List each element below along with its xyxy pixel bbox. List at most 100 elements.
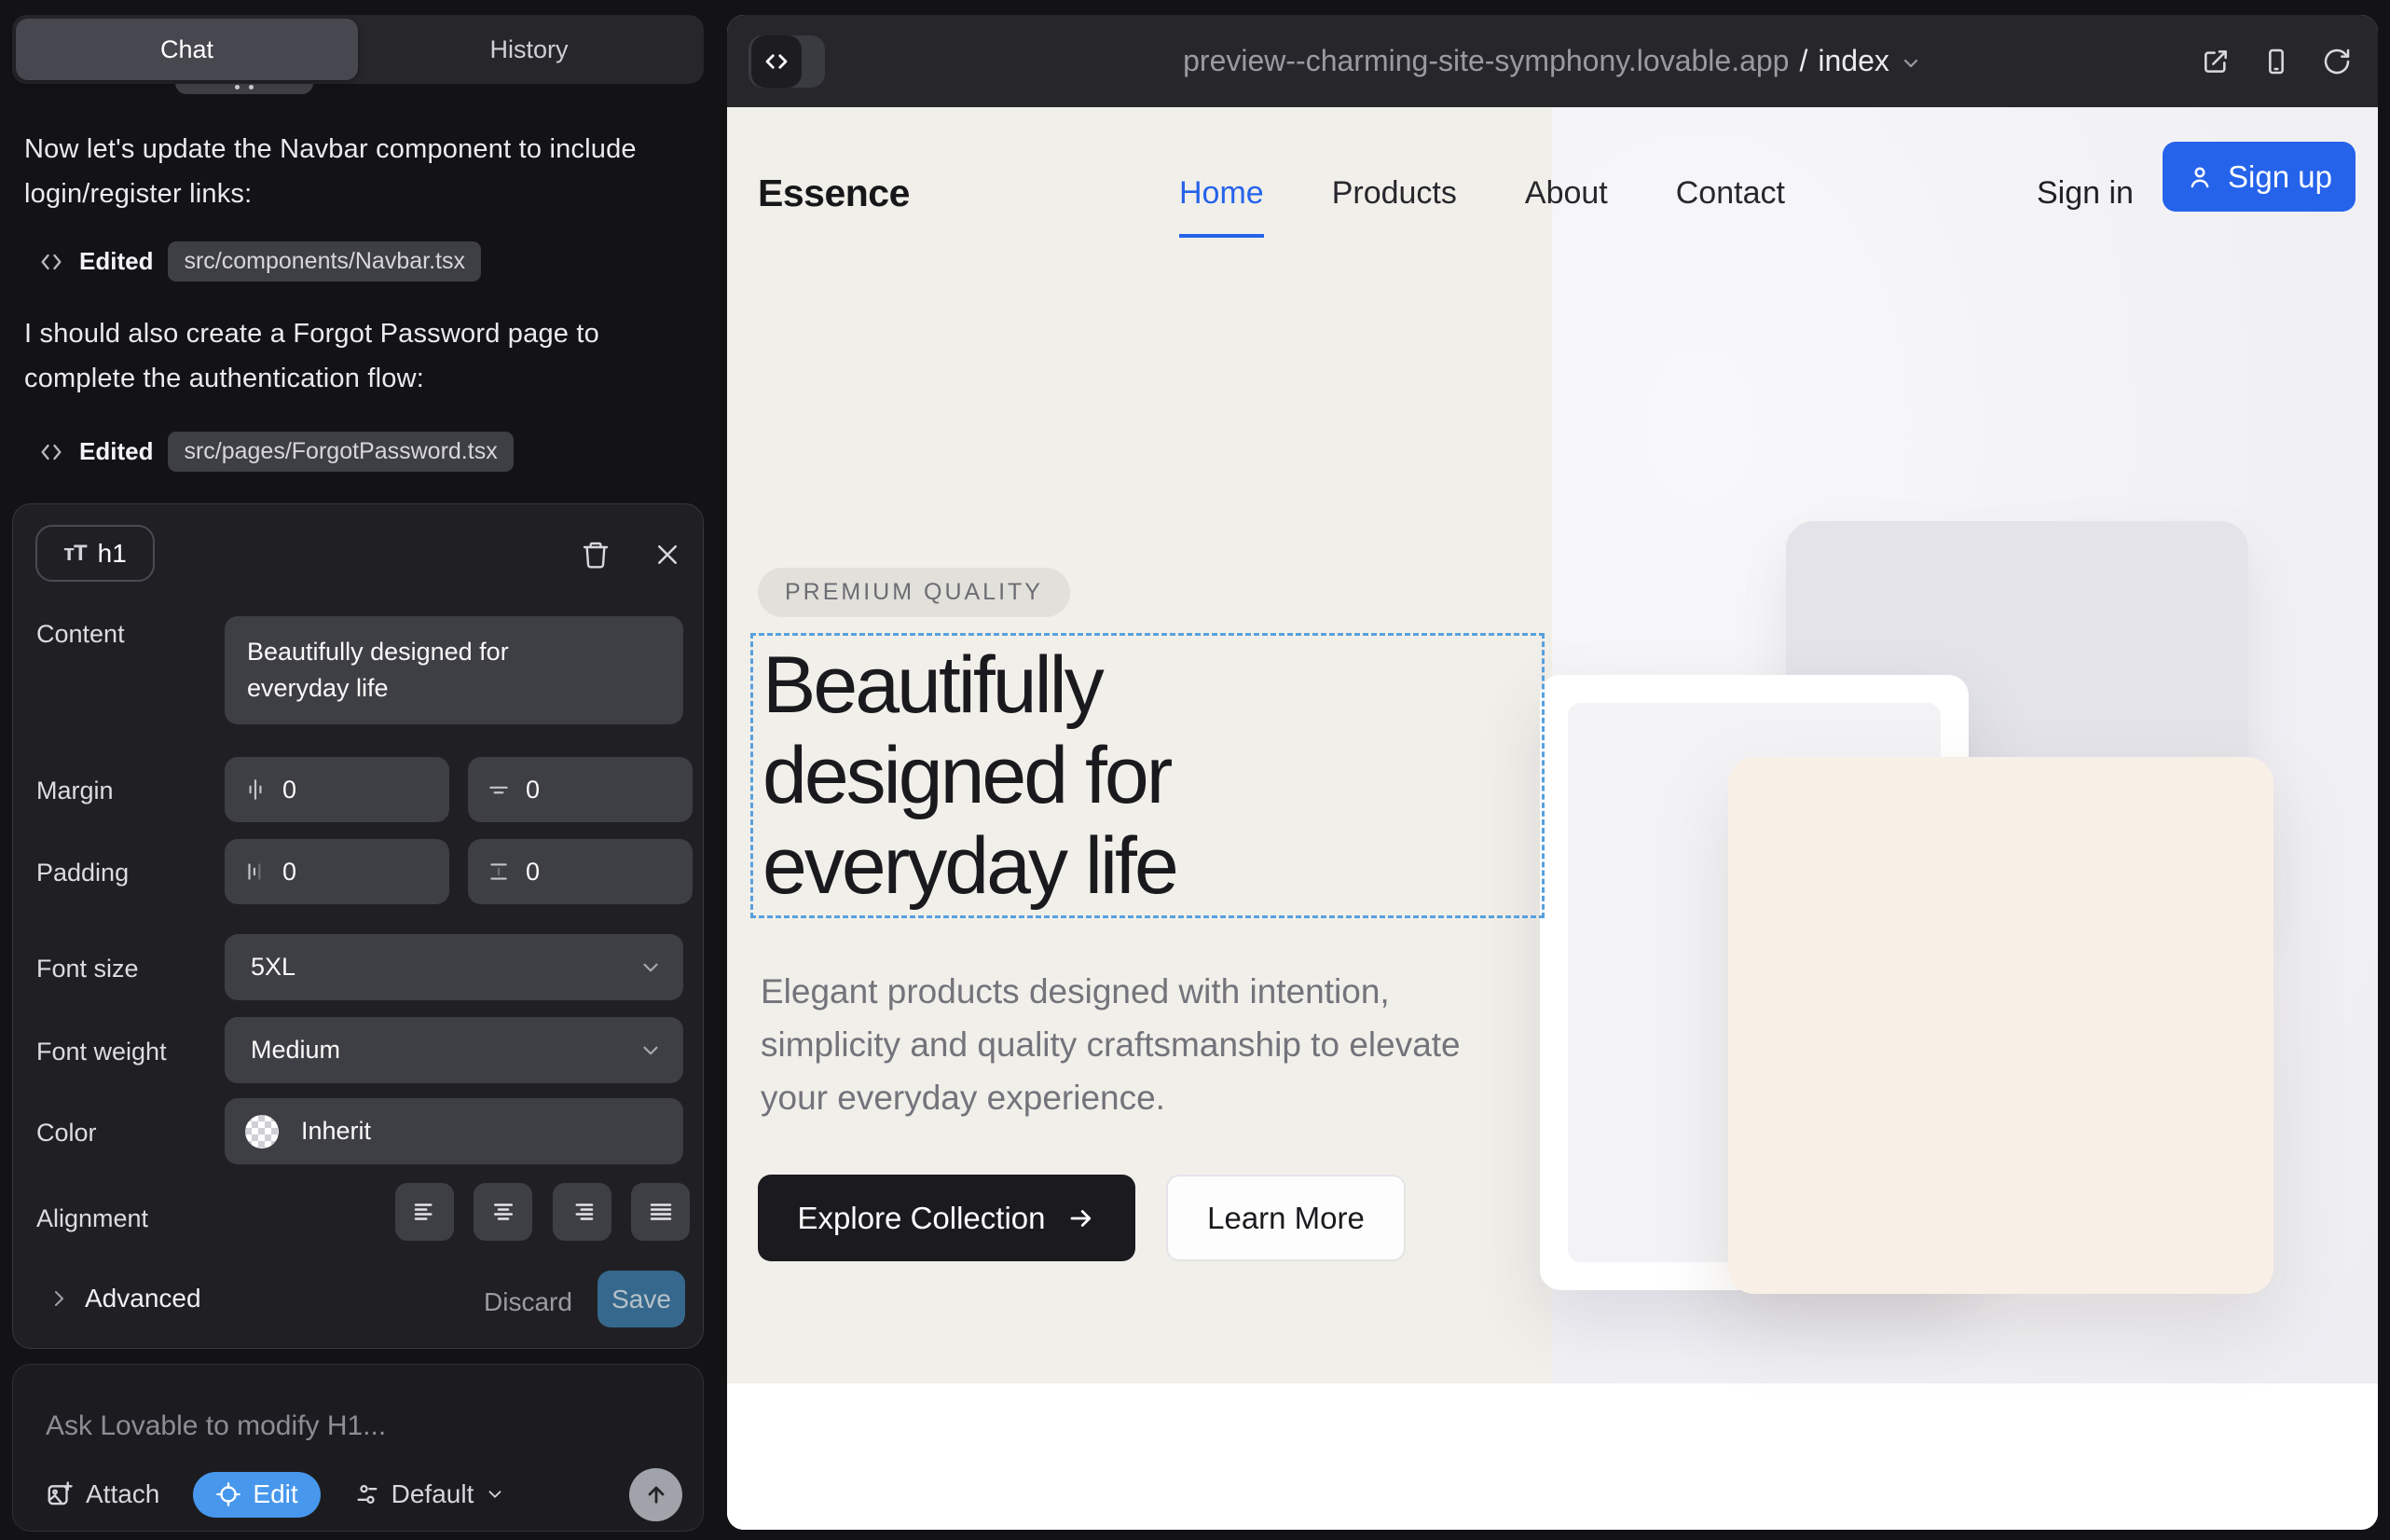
crosshair-icon — [215, 1481, 241, 1507]
site-logo[interactable]: Essence — [758, 172, 910, 215]
prompt-input[interactable]: Ask Lovable to modify H1... — [46, 1410, 386, 1442]
alignment-label: Alignment — [36, 1204, 148, 1233]
arrow-up-icon — [643, 1481, 669, 1507]
mode-select[interactable]: Default — [354, 1479, 506, 1509]
tab-chat[interactable]: Chat — [16, 19, 358, 80]
advanced-label: Advanced — [85, 1284, 201, 1313]
nav-products[interactable]: Products — [1332, 175, 1457, 212]
chevron-down-icon — [639, 956, 663, 980]
edit-mode-chip[interactable]: Edit — [193, 1472, 320, 1518]
align-center-button[interactable] — [474, 1183, 532, 1241]
color-value: Inherit — [301, 1117, 371, 1146]
site-navbar: Essence Home Products About Contact Sign… — [758, 142, 2356, 244]
font-size-label: Font size — [36, 955, 139, 983]
sign-up-button[interactable]: Sign up — [2163, 142, 2356, 212]
nav-contact[interactable]: Contact — [1676, 175, 1785, 212]
padding-label: Padding — [36, 859, 129, 887]
chat-message: Now let's update the Navbar component to… — [24, 127, 639, 216]
url-page: index — [1818, 44, 1889, 78]
save-button[interactable]: Save — [598, 1271, 685, 1327]
content-label: Content — [36, 620, 125, 649]
edit-label: Edit — [253, 1479, 297, 1509]
edited-label: Edited — [79, 437, 153, 466]
send-button[interactable] — [629, 1468, 682, 1521]
margin-vertical-icon — [487, 777, 511, 802]
edited-file-row: Edited src/pages/ForgotPassword.tsx — [38, 432, 514, 472]
open-external-button[interactable] — [2201, 47, 2231, 76]
advanced-toggle[interactable]: Advanced — [48, 1284, 201, 1313]
sign-up-label: Sign up — [2228, 159, 2332, 195]
nav-about[interactable]: About — [1525, 175, 1608, 212]
chat-panel: Chat History Now let's update the Navbar… — [0, 0, 725, 1540]
close-editor-button[interactable] — [649, 536, 686, 573]
content-input[interactable]: Beautifully designed for everyday life — [225, 616, 683, 724]
edited-file-row: Edited src/components/Navbar.tsx — [38, 241, 481, 282]
margin-y-input[interactable]: 0 — [468, 757, 693, 822]
margin-x-input[interactable]: 0 — [225, 757, 449, 822]
attach-button[interactable]: Attach — [46, 1479, 159, 1509]
file-chip[interactable]: src/components/Navbar.tsx — [168, 241, 481, 282]
prompt-composer: Ask Lovable to modify H1... Attach Edit … — [12, 1364, 704, 1532]
element-tag: h1 — [98, 539, 127, 569]
align-right-button[interactable] — [553, 1183, 611, 1241]
tab-history[interactable]: History — [358, 19, 700, 80]
font-size-select[interactable]: 5XL — [225, 934, 683, 1000]
site-viewport: Essence Home Products About Contact Sign… — [727, 107, 2378, 1530]
url-bar[interactable]: preview--charming-site-symphony.lovable.… — [727, 15, 2378, 107]
margin-horizontal-icon — [243, 777, 268, 802]
refresh-button[interactable] — [2322, 47, 2352, 76]
file-chip[interactable]: src/pages/ForgotPassword.tsx — [168, 432, 513, 472]
arrow-right-icon — [1067, 1204, 1095, 1232]
color-swatch-transparent — [245, 1115, 279, 1148]
learn-more-button[interactable]: Learn More — [1166, 1175, 1406, 1261]
premium-badge: PREMIUM QUALITY — [758, 568, 1070, 617]
nav-home[interactable]: Home — [1179, 175, 1264, 212]
refresh-icon — [2322, 47, 2352, 76]
align-justify-button[interactable] — [631, 1183, 690, 1241]
chevron-down-icon — [485, 1484, 505, 1505]
font-weight-value: Medium — [251, 1036, 340, 1065]
chevron-right-icon — [48, 1287, 70, 1310]
color-label: Color — [36, 1119, 97, 1148]
text-size-icon: ᴛT — [63, 541, 86, 567]
margin-y-value: 0 — [526, 776, 540, 804]
external-link-icon — [2201, 47, 2231, 76]
padding-x-input[interactable]: 0 — [225, 839, 449, 904]
align-left-button[interactable] — [395, 1183, 454, 1241]
font-weight-select[interactable]: Medium — [225, 1017, 683, 1083]
panel-tabs: Chat History — [12, 15, 704, 84]
padding-y-input[interactable]: 0 — [468, 839, 693, 904]
chevron-down-icon — [1900, 52, 1922, 75]
mode-label: Default — [391, 1479, 474, 1509]
url-separator: / — [1799, 44, 1807, 78]
edited-label: Edited — [79, 247, 153, 276]
hero-heading[interactable]: Beautifully designed for everyday life — [762, 640, 1176, 912]
padding-horizontal-icon — [243, 859, 268, 884]
settings-sliders-icon — [354, 1481, 380, 1507]
explore-label: Explore Collection — [798, 1201, 1046, 1236]
code-icon — [38, 439, 64, 465]
margin-label: Margin — [36, 777, 114, 805]
explore-collection-button[interactable]: Explore Collection — [758, 1175, 1135, 1261]
chat-message: I should also create a Forgot Password p… — [24, 311, 639, 401]
margin-x-value: 0 — [282, 776, 296, 804]
url-domain: preview--charming-site-symphony.lovable.… — [1183, 44, 1789, 78]
attach-label: Attach — [86, 1479, 159, 1509]
mobile-view-button[interactable] — [2261, 47, 2291, 76]
delete-element-button[interactable] — [577, 536, 614, 573]
chevron-down-icon — [639, 1038, 663, 1063]
font-size-value: 5XL — [251, 953, 295, 982]
padding-x-value: 0 — [282, 858, 296, 887]
user-icon — [2186, 163, 2214, 191]
font-weight-label: Font weight — [36, 1038, 167, 1066]
element-editor-panel: ᴛT h1 Content Beautifully designed for e… — [12, 503, 704, 1349]
color-select[interactable]: Inherit — [225, 1098, 683, 1164]
element-tag-chip: ᴛT h1 — [35, 525, 155, 582]
smartphone-icon — [2261, 47, 2291, 76]
image-plus-icon — [46, 1480, 74, 1508]
discard-button[interactable]: Discard — [484, 1287, 572, 1317]
sign-in-link[interactable]: Sign in — [2037, 175, 2134, 212]
preview-window: preview--charming-site-symphony.lovable.… — [727, 15, 2378, 1530]
decorative-card-cream — [1728, 757, 2273, 1294]
padding-y-value: 0 — [526, 858, 540, 887]
